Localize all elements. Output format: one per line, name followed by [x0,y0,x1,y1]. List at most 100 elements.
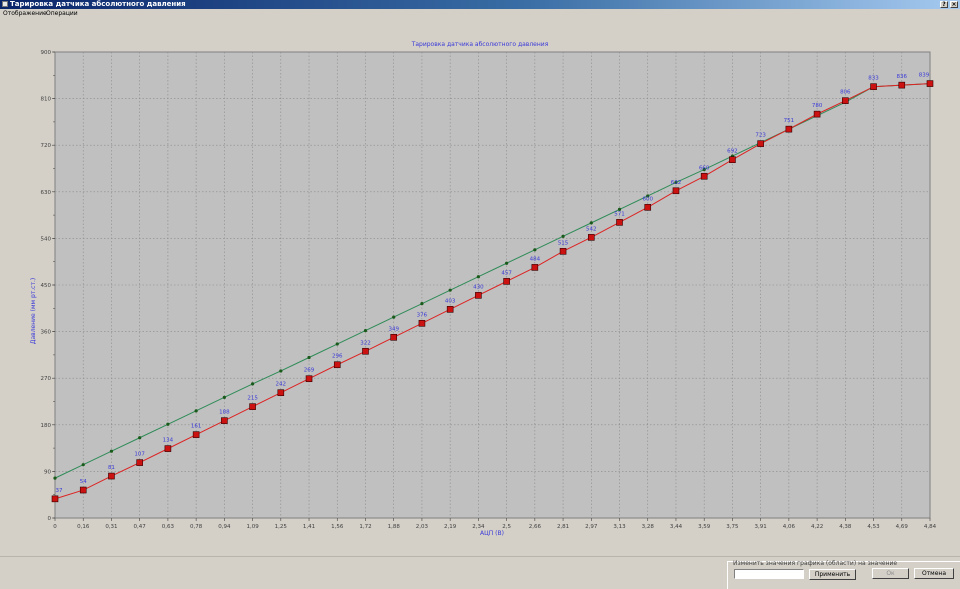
red-point-marker[interactable] [559,248,567,255]
red-point-label: 457 [501,270,512,276]
red-point-label: 542 [586,226,597,232]
y-axis-label: Давление (мм рт.ст.) [30,278,37,344]
x-axis-ticks: 0 0,16 0,31 0,47 0,63 0,78 0,94 1,09 1,25 1,41 1,5… [53,518,937,530]
red-point-label: 107 [134,452,145,458]
x-tick-label: 3,75 [726,524,739,530]
red-point-marker[interactable] [108,472,115,480]
red-point-marker[interactable] [926,80,934,87]
x-tick-label: 0,94 [218,524,231,530]
red-point-marker[interactable] [277,389,285,396]
x-tick-label: 0,16 [77,524,90,530]
red-point-label: 81 [108,465,115,471]
x-tick-label: 3,91 [755,524,767,530]
x-tick-label: 0,47 [134,524,147,530]
red-point-label: 161 [191,424,202,430]
green-point [166,422,170,426]
green-point [279,369,283,373]
green-point [448,288,452,292]
red-point-marker[interactable] [898,81,906,89]
red-point-label: 269 [304,368,315,374]
x-tick-label: 4,06 [783,524,796,530]
red-point-label: 600 [642,196,653,202]
red-point-marker[interactable] [249,403,256,410]
red-point-marker[interactable] [813,110,821,118]
red-point-marker[interactable] [333,361,341,369]
red-point-marker[interactable] [531,264,539,271]
red-point-marker[interactable] [785,125,793,133]
y-tick-label: 540 [41,236,52,242]
x-tick-label: 3,28 [642,524,655,530]
red-point-marker[interactable] [587,234,595,241]
green-point [53,476,57,480]
y-tick-label: 720 [41,143,52,149]
title-bar: Тарировка датчика абсолютного давления ?… [0,0,960,9]
red-point-label: 296 [332,354,343,360]
red-point-label: 54 [80,479,87,485]
x-tick-label: 4,84 [924,524,937,530]
green-point [561,234,565,238]
red-point-marker[interactable] [79,486,87,494]
red-point-marker[interactable] [221,417,228,424]
red-point-marker[interactable] [729,156,736,163]
window-title: Тарировка датчика абсолютного давления [10,0,186,8]
y-tick-label: 630 [41,190,52,196]
red-point-label: 515 [558,240,569,246]
x-tick-label: 1,09 [246,524,259,530]
green-point [194,409,198,413]
value-input[interactable] [734,569,804,579]
red-point-marker[interactable] [503,278,510,285]
green-point [392,315,396,319]
red-point-marker[interactable] [757,140,764,147]
help-button[interactable]: ? [940,1,948,8]
menu-view[interactable]: Отображение [3,9,47,19]
green-point [138,436,142,440]
red-point-label: 632 [671,180,682,186]
green-point [250,382,255,386]
red-point-marker[interactable] [616,219,623,226]
red-point-marker[interactable] [136,459,143,466]
red-point-marker[interactable] [362,347,369,355]
red-point-marker[interactable] [51,495,59,503]
x-tick-label: 2,19 [444,524,457,530]
y-axis-ticks: 0 90 180 270 360 450 540 630 720 810 900 [41,50,55,522]
red-point-marker[interactable] [192,431,200,438]
red-point-label: 692 [727,149,738,155]
red-point-label: 780 [812,103,823,109]
green-point [533,248,537,252]
red-point-marker[interactable] [644,204,652,211]
red-point-marker[interactable] [700,172,708,180]
red-point-label: 836 [897,74,908,80]
x-tick-label: 2,66 [529,524,542,530]
red-point-label: 484 [530,256,541,262]
red-point-label: 322 [360,340,371,346]
apply-button[interactable]: Применить [809,569,856,580]
x-tick-label: 3,44 [670,524,683,530]
x-tick-label: 1,88 [388,524,401,530]
red-point-label: 430 [473,284,484,290]
ok-button[interactable]: Ок [872,568,909,579]
y-tick-label: 0 [48,516,52,522]
y-tick-label: 270 [41,376,52,382]
green-point [363,328,368,333]
red-point-marker[interactable] [475,292,482,299]
red-point-marker[interactable] [870,83,877,90]
x-tick-label: 0,31 [105,524,117,530]
red-point-label: 403 [445,298,456,304]
x-tick-label: 4,69 [896,524,909,530]
red-point-marker[interactable] [842,97,849,104]
chart-title: Тарировка датчика абсолютного давления [411,41,549,48]
x-tick-label: 3,13 [613,524,626,530]
y-tick-label: 900 [41,50,52,56]
close-button[interactable]: × [950,1,958,8]
red-point-marker[interactable] [305,375,313,383]
red-point-label: 751 [784,118,795,124]
x-tick-label: 0 [53,524,57,530]
red-point-marker[interactable] [164,445,172,452]
red-point-marker[interactable] [672,187,680,195]
red-point-marker[interactable] [390,333,398,341]
red-point-marker[interactable] [418,320,426,327]
menu-operations[interactable]: Операции [46,9,78,19]
red-point-marker[interactable] [446,306,454,313]
menu-bar: Отображение Операции [0,9,960,19]
cancel-button[interactable]: Отмена [914,568,954,579]
